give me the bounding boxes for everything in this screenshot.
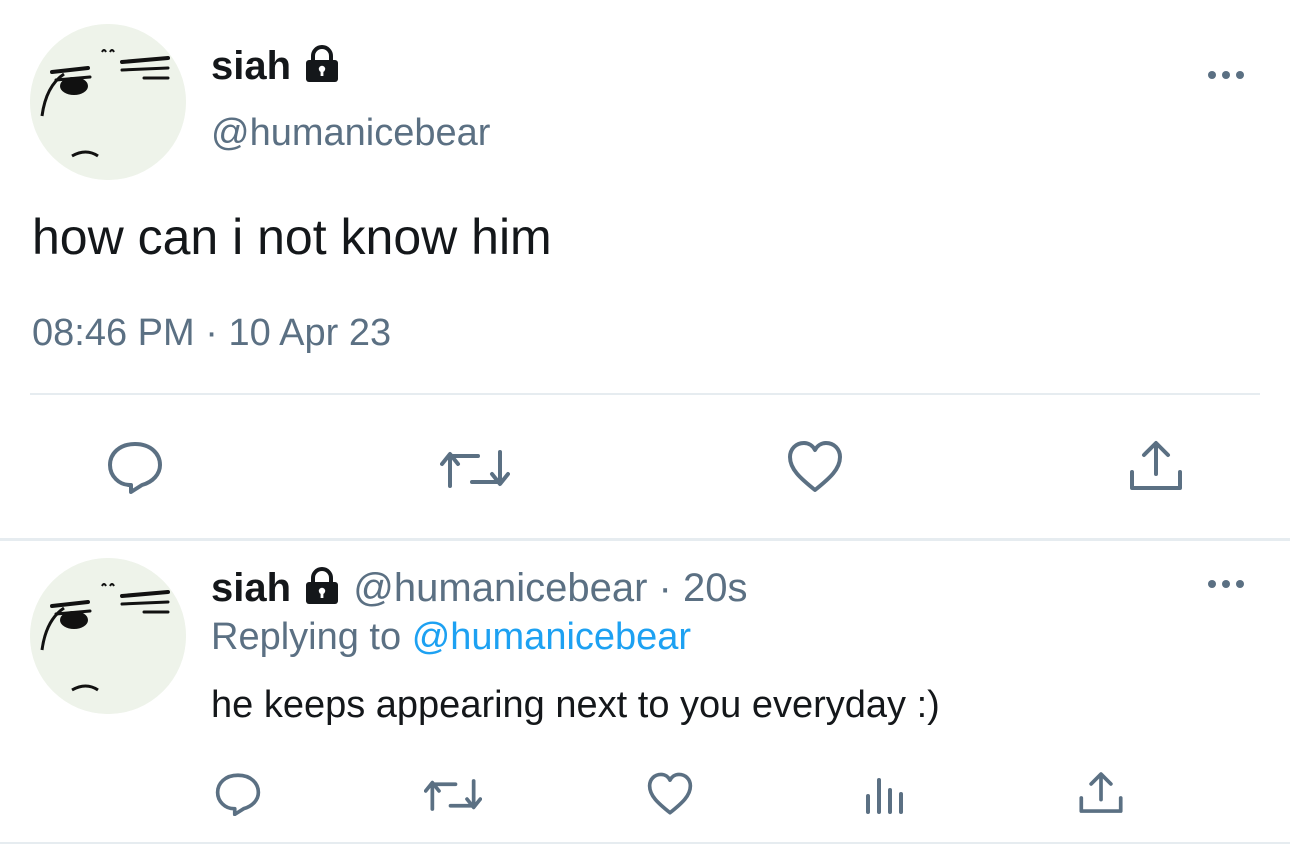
lock-icon [302, 567, 342, 615]
reply-display-name[interactable]: siah [211, 566, 291, 610]
reply-icon[interactable] [106, 440, 164, 494]
display-name-label: siah [211, 44, 292, 88]
reply-avatar[interactable] [30, 558, 186, 714]
separator: · [658, 566, 672, 610]
tweet-date: 10 Apr 23 [228, 312, 392, 354]
reply-age[interactable]: 20s [683, 566, 748, 610]
handle[interactable]: @humanicebear [211, 112, 490, 155]
separator: · [205, 312, 218, 354]
replying-mention-link[interactable]: @humanicebear [412, 616, 691, 658]
like-icon[interactable] [646, 772, 694, 816]
display-name[interactable]: siah [211, 44, 342, 93]
tweet-time: 08:46 PM [32, 312, 195, 354]
more-options-icon[interactable] [1208, 580, 1244, 588]
replying-prefix: Replying to [211, 616, 402, 658]
reply-icon[interactable] [214, 772, 262, 816]
more-options-icon[interactable] [1208, 71, 1244, 79]
divider [0, 842, 1290, 844]
reply-text: he keeps appearing next to you everyday … [211, 684, 940, 726]
retweet-icon[interactable] [424, 776, 482, 814]
divider [0, 538, 1290, 541]
lock-icon [302, 45, 342, 93]
share-icon[interactable] [1128, 438, 1184, 494]
avatar-face-icon [30, 558, 186, 714]
divider [30, 393, 1260, 395]
tweet-text: how can i not know him [32, 209, 552, 265]
like-icon[interactable] [786, 440, 844, 494]
avatar-face-icon [30, 24, 186, 180]
replying-to: Replying to @humanicebear [211, 616, 691, 659]
tweet-timestamp[interactable]: 08:46 PM · 10 Apr 23 [32, 312, 391, 355]
avatar[interactable] [30, 24, 186, 180]
reply-handle[interactable]: @humanicebear [353, 566, 647, 610]
share-icon[interactable] [1078, 770, 1124, 816]
reply-header: siah @humanicebear · 20s [211, 566, 747, 615]
retweet-icon[interactable] [440, 446, 510, 492]
analytics-icon[interactable] [862, 774, 906, 816]
